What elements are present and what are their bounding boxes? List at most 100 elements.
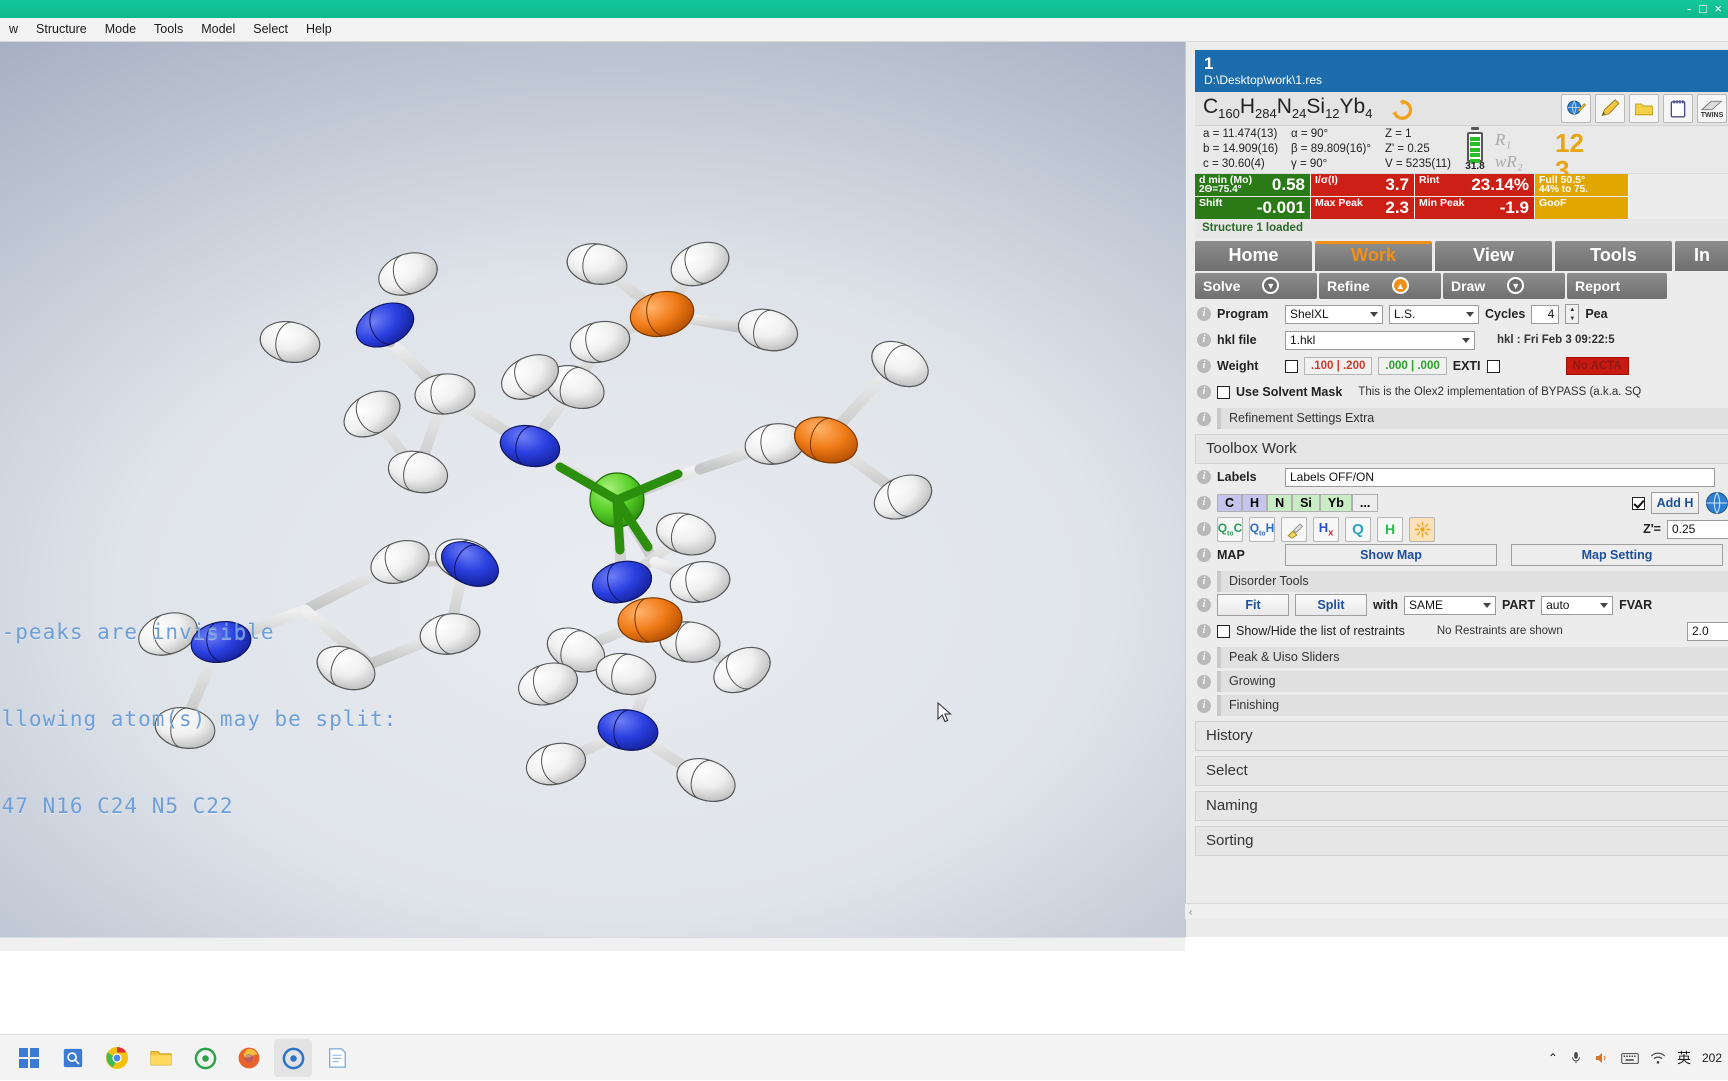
- exti-checkbox[interactable]: [1487, 360, 1500, 373]
- windows-start-icon[interactable]: [10, 1039, 48, 1077]
- tab-home[interactable]: Home: [1195, 241, 1312, 271]
- chrome-icon[interactable]: [98, 1039, 136, 1077]
- ime-indicator[interactable]: 英: [1677, 1048, 1691, 1068]
- folder-icon[interactable]: [1629, 94, 1659, 123]
- cycles-spinner[interactable]: ▲▼: [1565, 304, 1579, 324]
- remove-h-icon[interactable]: Hx: [1313, 517, 1339, 542]
- element-button-yb[interactable]: Yb: [1320, 494, 1352, 512]
- mic-icon[interactable]: [1569, 1050, 1583, 1066]
- peak-uiso-info-icon[interactable]: i: [1197, 651, 1211, 665]
- subtab-draw[interactable]: Draw ▼: [1443, 273, 1565, 299]
- weight-checkbox[interactable]: [1285, 360, 1298, 373]
- program-select[interactable]: ShelXL: [1285, 305, 1383, 324]
- subtab-solve[interactable]: Solve ▼: [1195, 273, 1317, 299]
- menu-item-tools[interactable]: Tools: [145, 18, 192, 40]
- split-button[interactable]: Split: [1295, 594, 1367, 616]
- element-button-h[interactable]: H: [1242, 494, 1267, 512]
- menu-item-help[interactable]: Help: [297, 18, 341, 40]
- element-button-more[interactable]: ...: [1352, 494, 1378, 512]
- fvar-input[interactable]: 2.0: [1687, 622, 1728, 641]
- labels-input[interactable]: Labels OFF/ON: [1285, 468, 1715, 487]
- keyboard-icon[interactable]: [1621, 1052, 1639, 1065]
- q-to-h-icon[interactable]: QtoH: [1249, 517, 1275, 542]
- q-peaks-icon[interactable]: Q: [1345, 517, 1371, 542]
- firefox-icon[interactable]: [230, 1039, 268, 1077]
- h-fix-icon[interactable]: H: [1377, 517, 1403, 542]
- solve-run-arrow-icon[interactable]: ▼: [1262, 277, 1279, 294]
- stat-rint[interactable]: Rint 23.14%: [1415, 174, 1535, 196]
- map-settings-button[interactable]: Map Setting: [1511, 544, 1723, 566]
- twins-icon[interactable]: TWINS: [1697, 94, 1727, 123]
- fit-button[interactable]: Fit: [1217, 594, 1289, 616]
- molecule-viewport[interactable]: Q-peaks are invisible ollowing atom(s) m…: [0, 42, 1185, 937]
- notepad-taskbar-icon[interactable]: [318, 1039, 356, 1077]
- elements-info-icon[interactable]: i: [1197, 496, 1211, 510]
- restraints-info-icon[interactable]: i: [1197, 624, 1211, 638]
- olex2-active-icon[interactable]: [274, 1039, 312, 1077]
- network-icon[interactable]: [1650, 1050, 1666, 1066]
- olex2-icon[interactable]: [186, 1039, 224, 1077]
- map-info-icon[interactable]: i: [1197, 548, 1211, 562]
- stat-shift[interactable]: Shift -0.001: [1195, 197, 1311, 219]
- tab-tools[interactable]: Tools: [1555, 241, 1672, 271]
- toolbox-work-header[interactable]: Toolbox Work: [1195, 434, 1728, 464]
- file-explorer-icon[interactable]: [142, 1039, 180, 1077]
- recycle-icon[interactable]: [1391, 99, 1413, 121]
- add-h-checkbox[interactable]: [1632, 497, 1645, 510]
- naming-section[interactable]: Naming: [1195, 791, 1728, 821]
- finishing-info-icon[interactable]: i: [1197, 699, 1211, 713]
- chevron-up-icon[interactable]: ⌃: [1548, 1051, 1558, 1065]
- no-acta-badge[interactable]: No ACTA: [1566, 357, 1629, 375]
- viewport-scrollbar[interactable]: [0, 937, 1185, 951]
- labels-info-icon[interactable]: i: [1197, 470, 1211, 484]
- add-h-button[interactable]: Add H: [1651, 492, 1699, 514]
- scroll-left-arrow-icon[interactable]: ‹: [1189, 907, 1192, 918]
- disorder-info-icon[interactable]: i: [1197, 575, 1211, 589]
- peak-uiso-sliders-header[interactable]: Peak & Uiso Sliders: [1217, 647, 1728, 668]
- stat-dmin[interactable]: d min (Mo) 2Θ=75.4° 0.58: [1195, 174, 1311, 196]
- element-button-n[interactable]: N: [1267, 494, 1292, 512]
- weight-info-icon[interactable]: i: [1197, 359, 1211, 373]
- refine-run-arrow-icon[interactable]: ▲: [1392, 277, 1409, 294]
- program-info-icon[interactable]: i: [1197, 307, 1211, 321]
- stat-minpeak[interactable]: Min Peak -1.9: [1415, 197, 1535, 219]
- subtab-refine[interactable]: Refine ▲: [1319, 273, 1441, 299]
- window-controls[interactable]: - □ ×: [1687, 1, 1724, 16]
- element-button-c[interactable]: C: [1217, 494, 1242, 512]
- stat-full[interactable]: Full 50.5° 44% to 75.: [1535, 174, 1629, 196]
- tab-work[interactable]: Work: [1315, 241, 1432, 271]
- weight-b-value[interactable]: .000 | .000: [1378, 357, 1446, 375]
- refinement-extra-info-icon[interactable]: i: [1197, 412, 1211, 426]
- menu-item-model[interactable]: Model: [192, 18, 244, 40]
- disorder-tools-header[interactable]: Disorder Tools: [1217, 571, 1728, 592]
- sorting-section[interactable]: Sorting: [1195, 826, 1728, 856]
- clean-brush-icon[interactable]: [1281, 517, 1307, 542]
- hkl-file-select[interactable]: 1.hkl: [1285, 331, 1475, 350]
- globe-pencil-icon[interactable]: [1561, 94, 1591, 123]
- growing-info-icon[interactable]: i: [1197, 675, 1211, 689]
- search-icon[interactable]: [54, 1039, 92, 1077]
- solvent-mask-info-icon[interactable]: i: [1197, 385, 1211, 399]
- stat-goof[interactable]: GooF: [1535, 197, 1629, 219]
- menu-item-structure[interactable]: Structure: [27, 18, 96, 40]
- method-select[interactable]: L.S.: [1389, 305, 1479, 324]
- cycles-input[interactable]: 4: [1531, 305, 1559, 324]
- part-select[interactable]: auto: [1541, 596, 1613, 615]
- growing-header[interactable]: Growing: [1217, 671, 1728, 692]
- restraints-checkbox[interactable]: [1217, 625, 1230, 638]
- panel-horizontal-scrollbar[interactable]: ‹: [1185, 903, 1728, 919]
- notepad-icon[interactable]: [1663, 94, 1693, 123]
- fit-split-info-icon[interactable]: i: [1197, 598, 1211, 612]
- history-section[interactable]: History: [1195, 721, 1728, 751]
- menu-item-select[interactable]: Select: [244, 18, 297, 40]
- finishing-header[interactable]: Finishing: [1217, 695, 1728, 716]
- menu-item-mode[interactable]: Mode: [96, 18, 145, 40]
- stat-maxpeak[interactable]: Max Peak 2.3: [1311, 197, 1415, 219]
- clock[interactable]: 202: [1702, 1051, 1722, 1065]
- pencil-icon[interactable]: [1595, 94, 1625, 123]
- solvent-mask-checkbox[interactable]: [1217, 386, 1230, 399]
- explode-icon[interactable]: [1409, 517, 1435, 542]
- tab-info[interactable]: In: [1675, 241, 1728, 271]
- hkl-info-icon[interactable]: i: [1197, 333, 1211, 347]
- subtab-report[interactable]: Report: [1567, 273, 1667, 299]
